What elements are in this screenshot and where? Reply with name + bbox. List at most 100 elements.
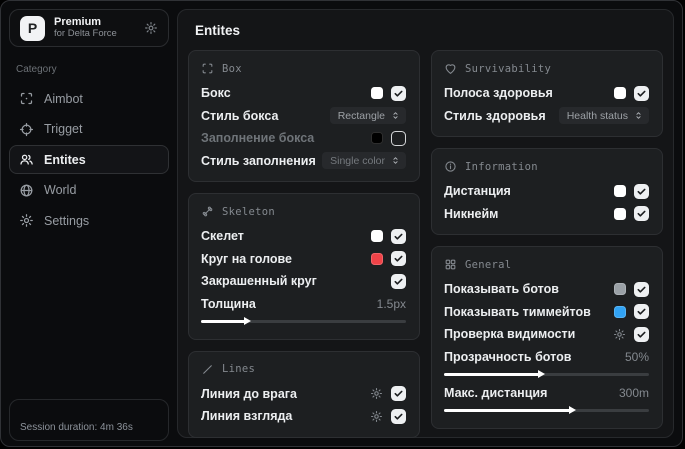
target-icon xyxy=(19,122,34,137)
color-swatch[interactable] xyxy=(614,305,626,318)
color-swatch[interactable] xyxy=(371,87,383,100)
sidebar-item-trigget[interactable]: Trigget xyxy=(9,115,169,144)
users-icon xyxy=(19,152,34,167)
color-swatch[interactable] xyxy=(371,132,383,145)
section-title: Skeleton xyxy=(222,205,275,218)
general-card-header: General xyxy=(444,258,649,271)
checkbox[interactable] xyxy=(391,85,406,101)
slider-value: 1.5px xyxy=(376,297,406,311)
box-scan-icon xyxy=(201,62,214,75)
unfold-icon xyxy=(390,110,401,121)
section-title: Lines xyxy=(222,363,256,375)
setting-label: Круг на голове xyxy=(201,251,292,266)
skeleton-card-header: Skeleton xyxy=(201,205,406,218)
session-duration-text: Session duration: 4m 36s xyxy=(20,422,133,433)
row-controls xyxy=(371,251,406,267)
lines-card: Lines Линия до врага Линия взгляда xyxy=(188,350,420,438)
row-controls xyxy=(613,326,649,342)
setting-row: Стиль бокса Rectangle xyxy=(201,105,406,128)
session-duration-box: Session duration: 4m 36s xyxy=(9,399,169,441)
sidebar-item-settings[interactable]: Settings xyxy=(9,206,169,235)
checkbox[interactable] xyxy=(391,408,406,424)
setting-label: Стиль здоровья xyxy=(444,108,546,123)
gear-icon[interactable] xyxy=(370,387,383,400)
color-swatch[interactable] xyxy=(614,185,626,198)
checkbox[interactable] xyxy=(634,206,649,222)
information-card: Information Дистанция Никнейм xyxy=(431,148,663,235)
box-card: Box Бокс Стиль бокса Rectangle Заполнени… xyxy=(188,50,420,182)
brand-subtitle: for Delta Force xyxy=(54,27,117,39)
row-controls xyxy=(614,206,649,222)
setting-label: Проверка видимости xyxy=(444,327,576,342)
information-card-header: Information xyxy=(444,160,649,173)
setting-label: Полоса здоровья xyxy=(444,86,553,101)
setting-row: Показывать ботов xyxy=(444,278,649,301)
bot-opacity-slider[interactable] xyxy=(444,370,649,378)
setting-label: Линия до врага xyxy=(201,386,297,401)
checkbox[interactable] xyxy=(634,304,649,320)
gear-icon[interactable] xyxy=(144,21,158,35)
slider-thumb[interactable] xyxy=(244,317,252,325)
section-title: Survivability xyxy=(465,62,552,75)
gear-icon xyxy=(19,213,34,228)
max-distance-slider[interactable] xyxy=(444,406,649,414)
slider-thumb[interactable] xyxy=(569,406,577,414)
health-style-select[interactable]: Health status xyxy=(558,107,649,125)
sidebar-item-label: Entites xyxy=(44,152,86,167)
setting-row: Заполнение бокса xyxy=(201,127,406,150)
right-column: Survivability Полоса здоровья Стиль здор… xyxy=(431,50,663,449)
checkbox[interactable] xyxy=(391,273,406,289)
color-swatch[interactable] xyxy=(371,230,383,243)
slider-header: Прозрачность ботов 50% xyxy=(444,347,649,368)
box-style-select[interactable]: Rectangle xyxy=(329,107,406,125)
setting-label: Показывать тиммейтов xyxy=(444,304,591,319)
row-controls xyxy=(614,183,649,199)
left-column: Box Бокс Стиль бокса Rectangle Заполнени… xyxy=(188,50,420,449)
gear-icon[interactable] xyxy=(370,410,383,423)
checkbox[interactable] xyxy=(634,326,649,342)
sidebar-item-world[interactable]: World xyxy=(9,176,169,205)
sidebar-item-aimbot[interactable]: Aimbot xyxy=(9,84,169,113)
setting-label: Прозрачность ботов xyxy=(444,350,572,364)
slider-header: Макс. дистанция 300m xyxy=(444,383,649,404)
checkbox[interactable] xyxy=(391,130,406,146)
fill-style-select[interactable]: Single color xyxy=(322,152,406,170)
color-swatch[interactable] xyxy=(614,283,626,296)
setting-row: Закрашенный круг xyxy=(201,270,406,293)
slider-row: Макс. дистанция 300m xyxy=(444,383,649,414)
setting-row: Стиль здоровья Health status xyxy=(444,105,649,128)
color-swatch[interactable] xyxy=(614,207,626,220)
sidebar-item-entites[interactable]: Entites xyxy=(9,145,169,174)
box-card-header: Box xyxy=(201,62,406,75)
sidebar-item-label: Aimbot xyxy=(44,91,83,106)
setting-label: Стиль заполнения xyxy=(201,153,316,168)
thickness-slider[interactable] xyxy=(201,317,406,325)
setting-row: Линия взгляда xyxy=(201,405,406,428)
checkbox[interactable] xyxy=(391,386,406,402)
slider-header: Толщина 1.5px xyxy=(201,294,406,315)
crosshair-scan-icon xyxy=(19,91,34,106)
main-panel: Entites Box Бокс Стиль бокса Rectangle З… xyxy=(177,9,674,438)
slider-row: Толщина 1.5px xyxy=(201,294,406,325)
row-controls xyxy=(371,130,406,146)
slider-thumb[interactable] xyxy=(538,370,546,378)
color-swatch[interactable] xyxy=(614,87,626,100)
heart-icon xyxy=(444,62,457,75)
row-controls xyxy=(371,85,406,101)
sidebar-item-label: Trigget xyxy=(44,122,83,136)
color-swatch[interactable] xyxy=(371,252,383,265)
setting-label: Линия взгляда xyxy=(201,409,293,424)
setting-row: Полоса здоровья xyxy=(444,82,649,105)
setting-label: Макс. дистанция xyxy=(444,386,548,400)
row-controls xyxy=(614,304,649,320)
select-value: Single color xyxy=(330,154,385,167)
checkbox[interactable] xyxy=(634,183,649,199)
checkbox[interactable] xyxy=(391,251,406,267)
unfold-icon xyxy=(390,155,401,166)
checkbox[interactable] xyxy=(634,281,649,297)
row-controls xyxy=(370,408,406,424)
page-title: Entites xyxy=(195,23,241,38)
checkbox[interactable] xyxy=(391,228,406,244)
gear-icon[interactable] xyxy=(613,328,626,341)
checkbox[interactable] xyxy=(634,85,649,101)
